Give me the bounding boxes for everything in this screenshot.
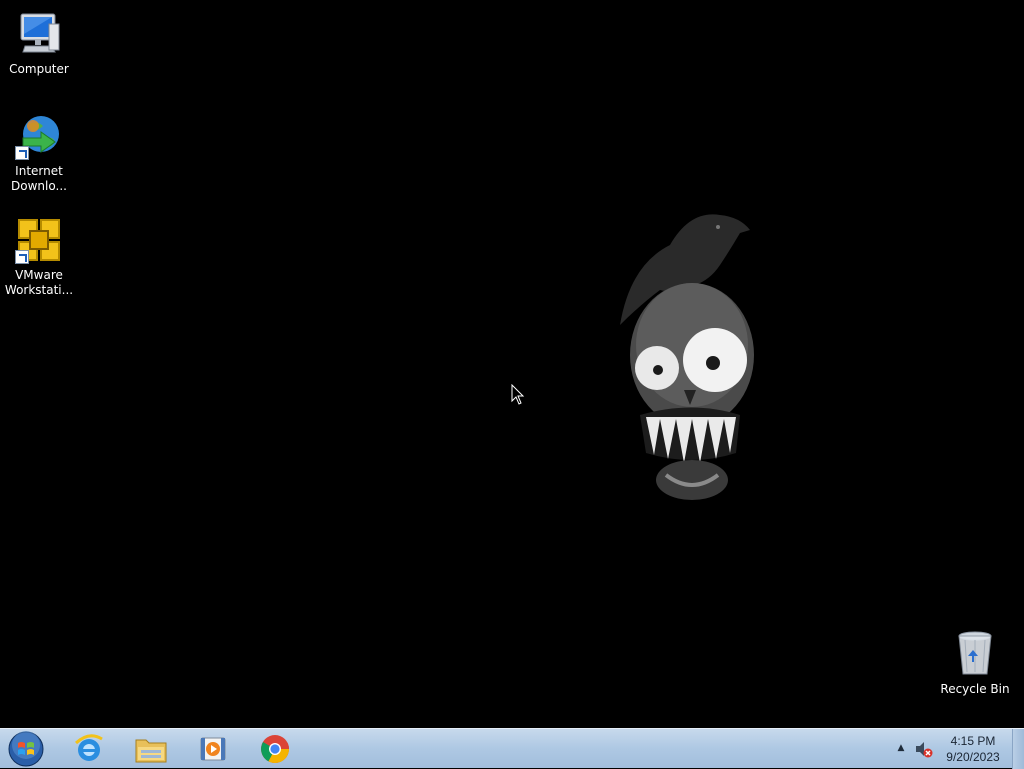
taskbar-file-explorer[interactable] [124, 731, 178, 767]
taskbar-media-player[interactable] [186, 731, 240, 767]
desktop-icon-label: VMware Workstati... [4, 268, 74, 297]
clock[interactable]: 4:15 PM 9/20/2023 [940, 733, 1006, 765]
volume-muted-icon[interactable] [914, 739, 934, 759]
file-explorer-icon [135, 739, 167, 763]
taskbar-chrome[interactable] [248, 731, 302, 767]
windows-start-orb-icon [8, 731, 44, 767]
clock-time: 4:15 PM [950, 734, 996, 748]
skull-with-crow-wallpaper [600, 205, 770, 509]
desktop: Computer Internet Downlo... VMware Works… [0, 0, 1024, 728]
clock-date: 9/20/2023 [946, 750, 1000, 764]
chevron-up-icon[interactable]: ▲ [894, 741, 908, 755]
shortcut-arrow-icon [15, 250, 29, 264]
desktop-icon-label: Computer [9, 62, 69, 76]
desktop-icon-internet-download-manager[interactable]: Internet Downlo... [1, 112, 77, 194]
internet-download-manager-icon [15, 112, 63, 160]
desktop-icon-label: Internet Downlo... [11, 164, 67, 193]
start-button[interactable] [4, 730, 48, 768]
desktop-icon-label: Recycle Bin [940, 682, 1010, 696]
chrome-icon [261, 735, 289, 764]
desktop-icon-vmware-workstation[interactable]: VMware Workstati... [1, 216, 77, 298]
desktop-icon-recycle-bin[interactable]: Recycle Bin [937, 630, 1013, 697]
system-tray: ▲ 4:15 PM 9/20/2023 [884, 729, 1024, 769]
media-player-icon [200, 737, 226, 761]
taskbar: ▲ 4:15 PM 9/20/2023 [0, 728, 1024, 769]
internet-explorer-icon [74, 734, 103, 761]
desktop-icon-computer[interactable]: Computer [1, 10, 77, 77]
taskbar-internet-explorer[interactable] [62, 731, 116, 767]
vmware-workstation-icon [15, 216, 63, 264]
mouse-pointer-icon [511, 383, 525, 410]
computer-icon [15, 10, 63, 58]
show-desktop-button[interactable] [1012, 729, 1024, 769]
shortcut-arrow-icon [15, 146, 29, 160]
recycle-bin-icon [951, 630, 999, 678]
